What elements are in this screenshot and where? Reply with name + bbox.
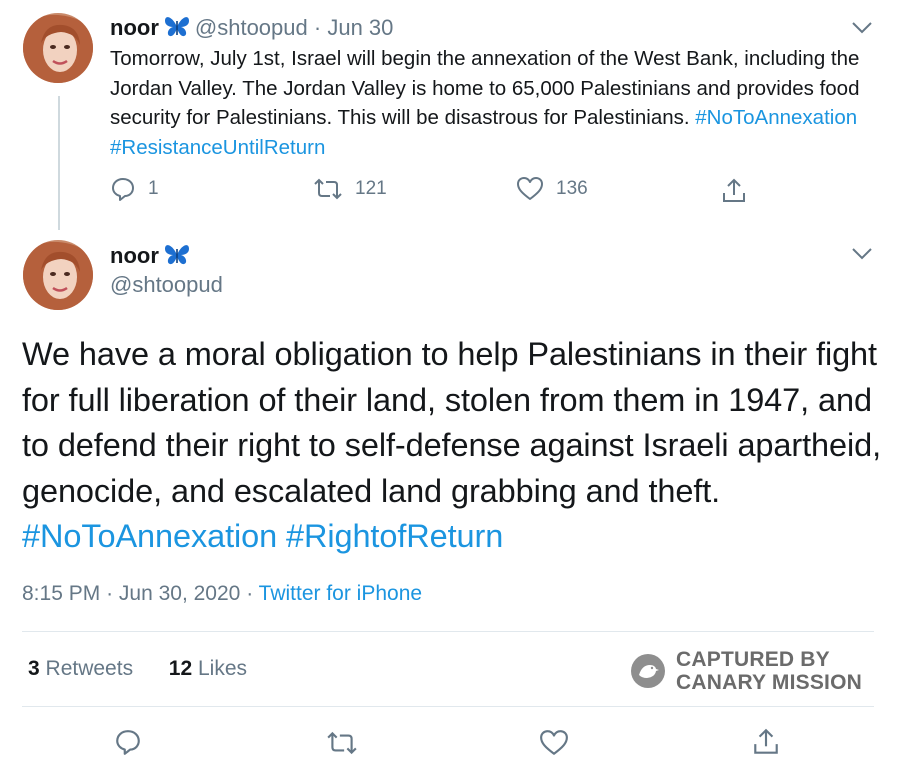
handle[interactable]: @shtoopud — [195, 15, 308, 40]
likes-stat[interactable]: 12 Likes — [169, 657, 247, 680]
hashtag-link[interactable]: #NoToAnnexation — [22, 518, 277, 554]
retweets-label: Retweets — [45, 657, 134, 680]
butterfly-icon — [163, 243, 191, 274]
display-name[interactable]: noor — [110, 243, 159, 268]
tweet-body: We have a moral obligation to help Pales… — [22, 336, 881, 509]
tweet1-text: Tomorrow, July 1st, Israel will begin th… — [110, 44, 880, 162]
share-button[interactable] — [752, 727, 780, 762]
engagement-stats: 3 Retweets 12 Likes — [28, 655, 247, 683]
reply-button[interactable]: 1 — [110, 176, 159, 202]
tweet-date[interactable]: Jun 30 — [327, 15, 393, 40]
retweet-count: 121 — [355, 178, 387, 199]
avatar-image — [23, 240, 93, 310]
share-icon — [723, 178, 745, 202]
heart-icon — [540, 730, 568, 755]
retweets-count: 3 — [28, 657, 40, 680]
butterfly-icon — [163, 15, 191, 46]
heart-icon — [517, 177, 543, 200]
retweet-icon — [327, 731, 357, 755]
likes-label: Likes — [197, 657, 247, 680]
watermark-line1: CAPTURED BY — [676, 648, 830, 671]
like-button[interactable]: 136 — [516, 176, 588, 202]
reply-button[interactable] — [114, 728, 142, 761]
separator: · — [106, 582, 114, 605]
tweet-source-link[interactable]: Twitter for iPhone — [259, 582, 422, 605]
tweet-metadata: 8:15 PM · Jun 30, 2020 · Twitter for iPh… — [22, 580, 422, 608]
handle[interactable]: @shtoopud — [110, 271, 223, 299]
hashtag-link[interactable]: #NoToAnnexation — [695, 106, 857, 129]
tweet-date[interactable]: Jun 30, 2020 — [119, 582, 240, 605]
like-count: 136 — [556, 178, 588, 199]
share-button[interactable] — [721, 177, 747, 205]
tweet-time[interactable]: 8:15 PM — [22, 582, 100, 605]
tweet1-header: noor @shtoopud · Jun 30 — [110, 14, 393, 46]
chevron-down-icon[interactable] — [851, 247, 873, 261]
hashtag-link[interactable]: #ResistanceUntilReturn — [110, 136, 325, 159]
reply-count: 1 — [148, 178, 159, 199]
avatar[interactable] — [23, 13, 93, 83]
hashtag-link[interactable]: #RightofReturn — [286, 518, 503, 554]
retweet-button[interactable] — [326, 729, 358, 762]
divider — [22, 706, 874, 707]
reply-icon — [116, 730, 140, 755]
tweet2-text: We have a moral obligation to help Pales… — [22, 332, 882, 560]
share-icon — [754, 728, 778, 754]
retweets-stat[interactable]: 3 Retweets — [28, 657, 133, 680]
avatar[interactable] — [23, 240, 93, 310]
separator: · — [246, 582, 254, 605]
divider — [22, 631, 874, 632]
reply-icon — [112, 178, 134, 201]
avatar-image — [23, 13, 93, 83]
canary-mission-watermark: CAPTURED BY CANARY MISSION — [630, 648, 862, 694]
canary-bird-icon — [631, 654, 665, 688]
chevron-down-icon[interactable] — [851, 21, 873, 35]
retweet-button[interactable]: 121 — [313, 176, 387, 202]
separator: · — [313, 15, 322, 40]
display-name[interactable]: noor — [110, 15, 159, 40]
like-button[interactable] — [539, 729, 569, 762]
likes-count: 12 — [168, 657, 193, 680]
retweet-icon — [314, 178, 342, 200]
watermark-line2: CANARY MISSION — [676, 671, 862, 694]
thread-connector-line — [58, 96, 60, 230]
tweet2-header: noor — [110, 242, 195, 274]
